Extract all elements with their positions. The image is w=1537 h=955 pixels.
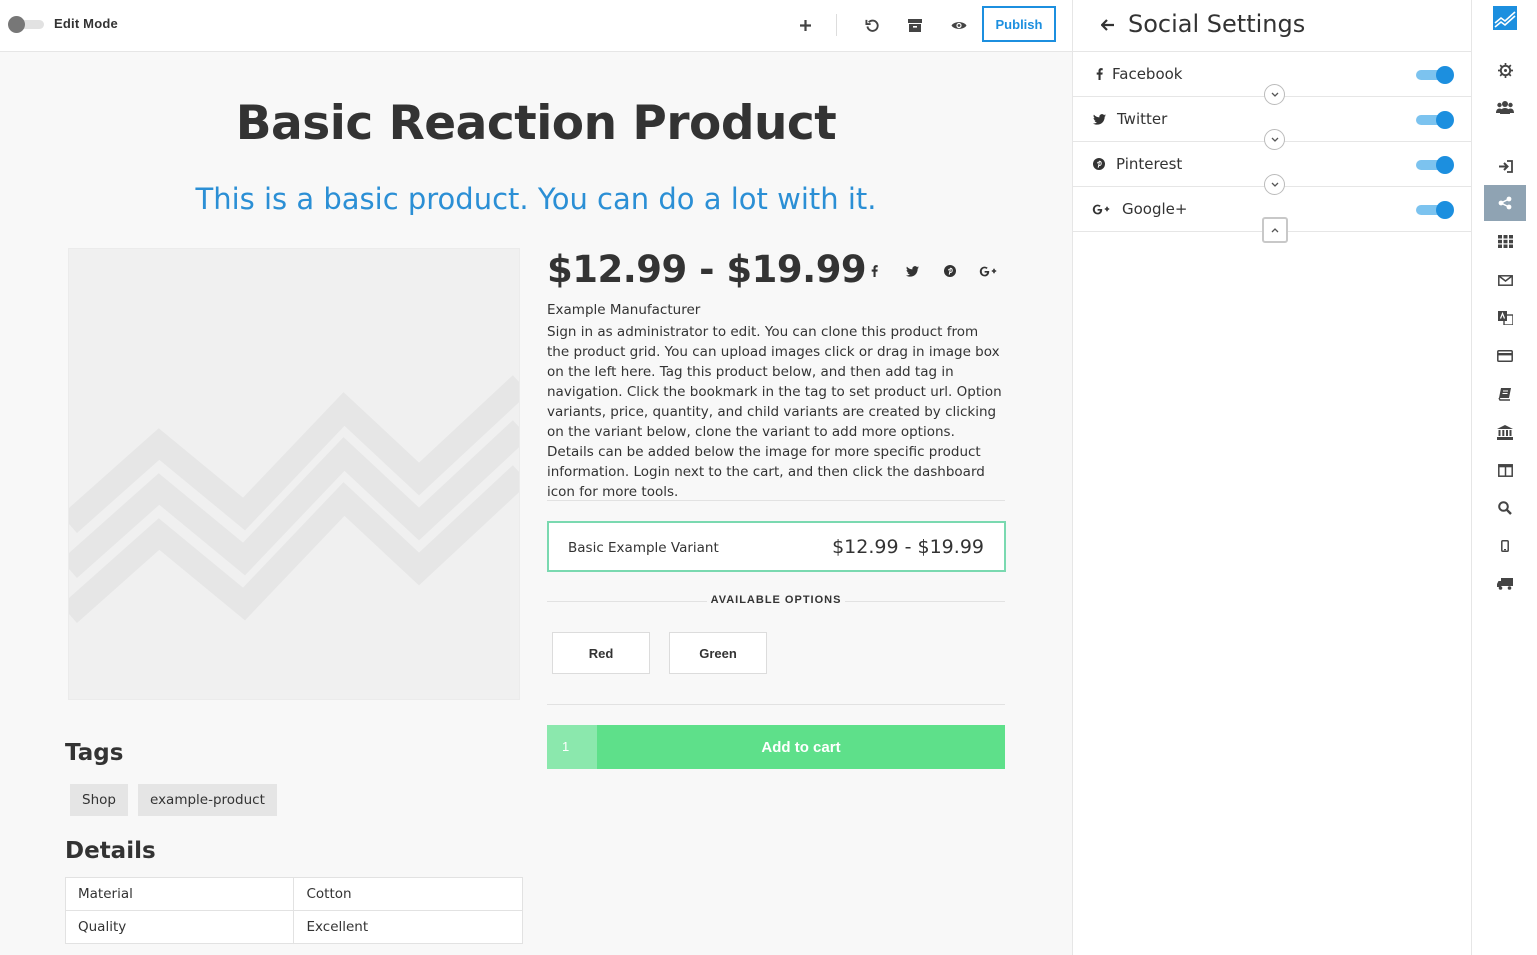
detail-value[interactable]: Excellent [293, 910, 523, 944]
archive-icon[interactable] [902, 12, 928, 38]
mobile-icon[interactable] [1484, 528, 1526, 564]
option-button-green[interactable]: Green [669, 632, 767, 674]
dashboard-icon-rail [1472, 0, 1537, 955]
toggle-knob [1436, 156, 1454, 174]
facebook-icon[interactable] [855, 262, 893, 280]
search-icon[interactable] [1484, 490, 1526, 526]
variant-name: Basic Example Variant [568, 540, 719, 556]
tag-chip-shop[interactable]: Shop [70, 784, 128, 816]
credit-card-icon[interactable] [1484, 338, 1526, 374]
pinterest-icon [1091, 156, 1107, 172]
table-row: Quality Excellent [64, 910, 523, 944]
share-icon[interactable] [1484, 185, 1526, 221]
divider [547, 500, 1005, 501]
bank-icon[interactable] [1484, 414, 1526, 450]
add-to-cart-row: 1 Add to cart [547, 725, 1005, 769]
tag-chip-example-product[interactable]: example-product [138, 784, 277, 816]
option-button-red[interactable]: Red [552, 632, 650, 674]
details-table: Material Cotton Quality Excellent [64, 877, 523, 944]
book-icon[interactable] [1484, 376, 1526, 412]
pinterest-icon[interactable] [931, 262, 969, 280]
product-price: $12.99 - $19.99 [547, 248, 867, 291]
publish-button[interactable]: Publish [982, 6, 1056, 42]
social-item-label: Facebook [1112, 65, 1183, 83]
grid-icon[interactable] [1484, 223, 1526, 259]
social-item-label: Pinterest [1116, 155, 1183, 173]
toggle-knob [1436, 201, 1454, 219]
product-detail-page: Basic Reaction Product This is a basic p… [0, 52, 1072, 955]
product-subtitle[interactable]: This is a basic product. You can do a lo… [0, 182, 1072, 216]
envelope-icon[interactable] [1484, 262, 1526, 298]
undo-icon[interactable] [859, 12, 885, 38]
product-description[interactable]: Sign in as administrator to edit. You ca… [547, 322, 1002, 502]
edit-toolbar: Edit Mode Publish [0, 0, 1072, 52]
details-heading: Details [65, 838, 156, 864]
detail-key[interactable]: Material [64, 877, 295, 911]
divider [845, 601, 1005, 602]
social-item-label: Twitter [1117, 110, 1168, 128]
divider [547, 704, 1005, 705]
gear-icon[interactable] [1484, 52, 1526, 88]
chevron-down-icon[interactable] [1264, 129, 1285, 150]
image-placeholder-icon [69, 375, 519, 623]
detail-value[interactable]: Cotton [293, 877, 523, 911]
logo-icon[interactable] [1493, 6, 1517, 30]
facebook-icon [1091, 66, 1107, 82]
back-arrow-icon[interactable] [1097, 15, 1117, 35]
variant-price: $12.99 - $19.99 [832, 536, 984, 558]
google-plus-icon[interactable] [969, 262, 1007, 280]
facebook-enabled-toggle[interactable] [1416, 66, 1454, 84]
social-item-label: Google+ [1122, 200, 1188, 218]
toggle-knob [1436, 111, 1454, 129]
edit-mode-label: Edit Mode [54, 16, 118, 31]
users-icon[interactable] [1484, 89, 1526, 125]
edit-mode-toggle[interactable] [8, 16, 44, 33]
twitter-icon[interactable] [893, 262, 931, 280]
add-to-cart-button[interactable]: Add to cart [597, 725, 1005, 769]
chevron-down-icon[interactable] [1264, 174, 1285, 195]
product-title[interactable]: Basic Reaction Product [0, 96, 1072, 151]
pinterest-enabled-toggle[interactable] [1416, 156, 1454, 174]
twitter-icon [1091, 111, 1107, 127]
twitter-enabled-toggle[interactable] [1416, 111, 1454, 129]
product-share-buttons [855, 262, 1007, 280]
panel-title: Social Settings [1128, 10, 1306, 38]
eye-icon[interactable] [946, 12, 972, 38]
variant-card[interactable]: Basic Example Variant $12.99 - $19.99 [547, 521, 1006, 572]
truck-icon[interactable] [1484, 566, 1526, 602]
available-options-heading: AVAILABLE OPTIONS [710, 594, 842, 606]
toolbar-divider [836, 14, 837, 36]
toggle-knob [1436, 66, 1454, 84]
detail-key[interactable]: Quality [64, 910, 295, 944]
columns-icon[interactable] [1484, 452, 1526, 488]
divider [547, 601, 707, 602]
translate-icon[interactable] [1484, 300, 1526, 336]
product-manufacturer[interactable]: Example Manufacturer [547, 302, 700, 318]
edit-mode-toggle-knob [8, 16, 25, 33]
product-image-dropzone[interactable] [68, 248, 520, 700]
plus-icon[interactable] [792, 12, 818, 38]
social-settings-panel: Social Settings Facebook Twitter Pintere… [1072, 0, 1473, 955]
panel-header: Social Settings [1073, 0, 1473, 52]
chevron-down-icon[interactable] [1264, 84, 1285, 105]
table-row: Material Cotton [64, 877, 523, 911]
quantity-input[interactable]: 1 [547, 725, 597, 769]
google-plus-enabled-toggle[interactable] [1416, 201, 1454, 219]
chevron-up-icon[interactable] [1262, 217, 1288, 243]
sign-in-icon[interactable] [1484, 148, 1526, 184]
tags-heading: Tags [65, 740, 124, 766]
google-plus-icon [1091, 201, 1111, 217]
